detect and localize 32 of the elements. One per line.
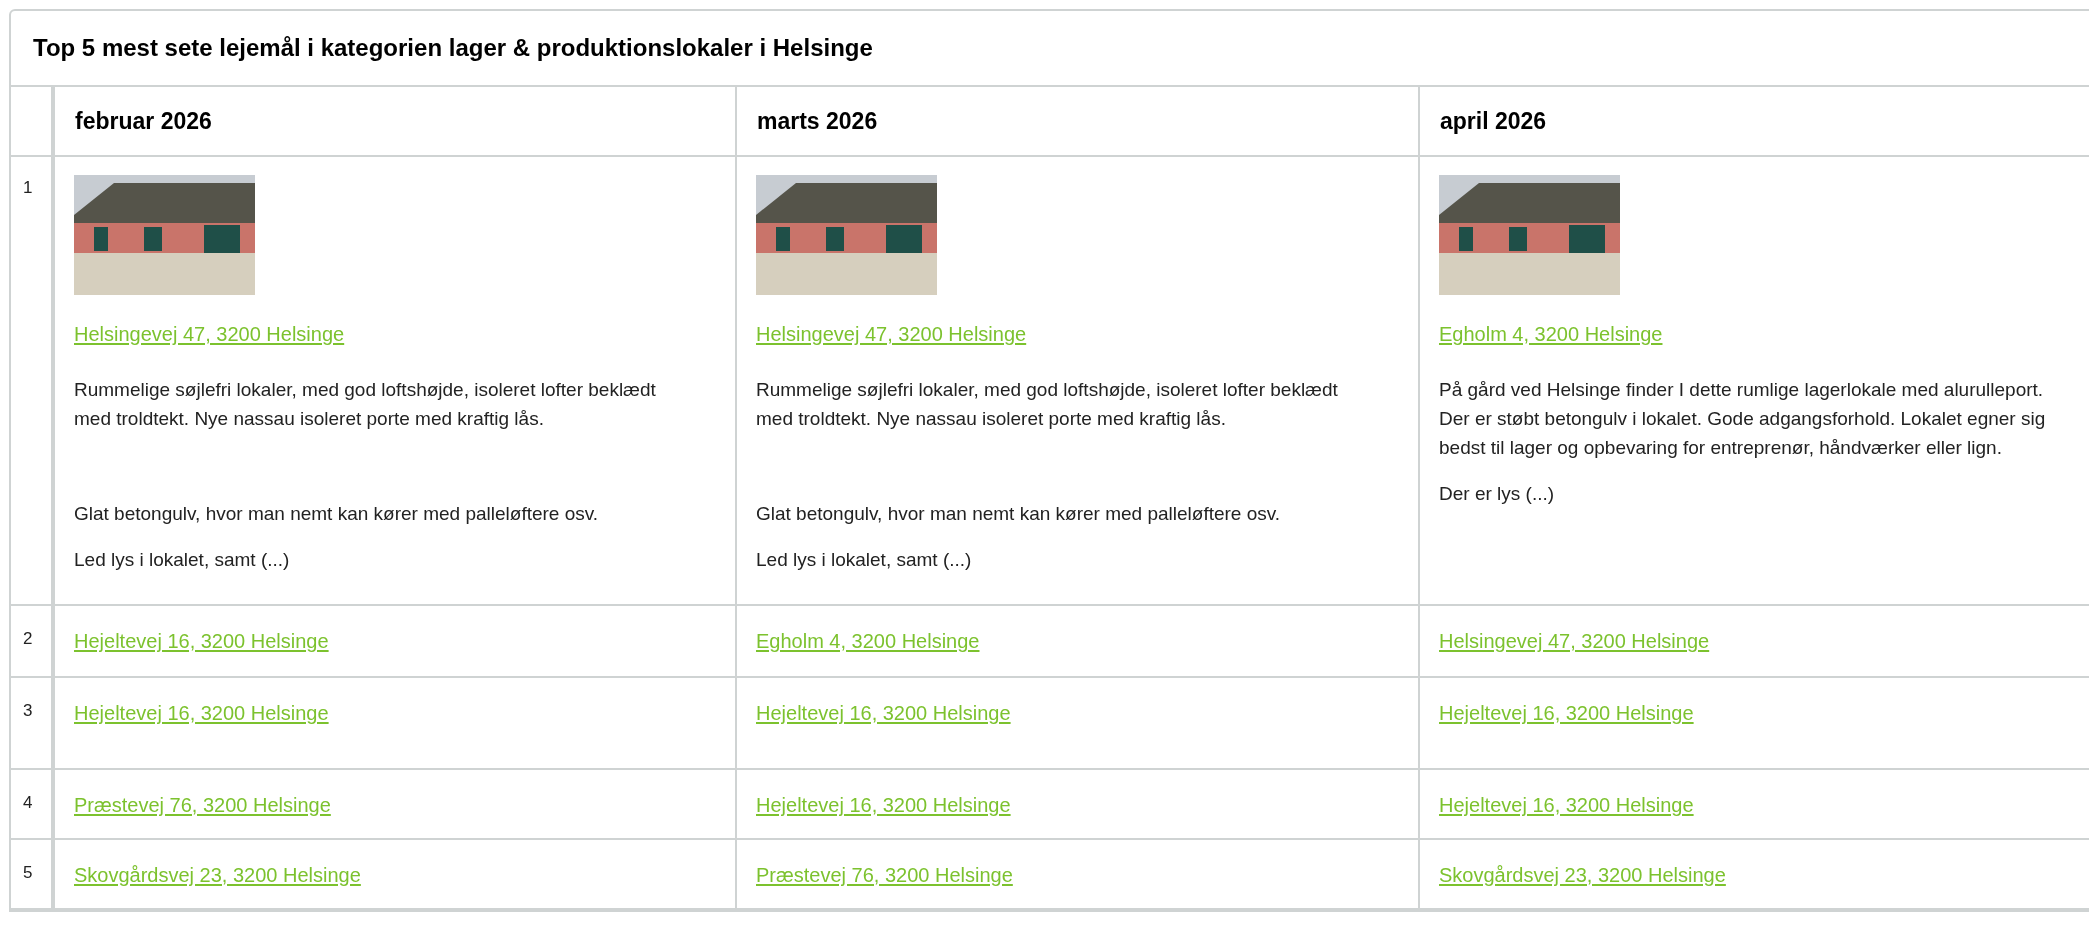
column-header: marts 2026 [757,106,878,136]
address-link[interactable]: Hejeltevej 16, 3200 Helsinge [756,702,1011,724]
address-link[interactable]: Egholm 4, 3200 Helsinge [1439,319,1663,349]
rank-number: 3 [23,701,33,720]
description-paragraph: Rummelige søjlefri lokaler, med god loftshøjde, isoleret lofter beklædt med troldtekt. Nye nassau isoleret porte med kraftig lås. [756,378,1339,431]
address-link[interactable]: Skovgårdsvej 23, 3200 Helsinge [1439,864,1726,886]
address-link[interactable]: Skovgårdsvej 23, 3200 Helsinge [74,864,361,886]
description-paragraph: Rummelige søjlefri lokaler, med god loftshøjde, isoleret lofter beklædt med troldtekt. Nye nassau isoleret porte med kraftig lås. [74,378,657,431]
description-paragraph: På gård ved Helsinge finder I dette rumlige lagerlokale med alurulleport. Der er støbt betongulv i lokalet. Gode adgangsforhold. Lokalet egner sig bedst til lager og opbevaring for entreprenør, håndværker eller lign. [1439,378,2047,460]
address-link[interactable]: Helsingevej 47, 3200 Helsinge [74,319,345,349]
address-link[interactable]: Præstevej 76, 3200 Helsinge [756,864,1013,886]
description-paragraph: Glat betongulv, hvor man nemt kan kører med palleløftere osv. [756,502,1282,526]
rank-number: 1 [23,178,33,197]
rank-number: 4 [23,793,33,812]
address-link[interactable]: Egholm 4, 3200 Helsinge [756,630,980,652]
address-link[interactable]: Hejeltevej 16, 3200 Helsinge [1439,794,1694,816]
address-link[interactable]: Helsingevej 47, 3200 Helsinge [756,319,1027,349]
address-link[interactable]: Præstevej 76, 3200 Helsinge [74,794,331,816]
description-paragraph: Led lys i lokalet, samt (...) [756,548,973,572]
description-paragraph: Der er lys (...) [1439,482,1556,506]
address-link[interactable]: Hejeltevej 16, 3200 Helsinge [1439,702,1694,724]
table-title: Top 5 mest sete lejemål i kategorien lager & produktionslokaler i Helsinge [33,33,873,63]
column-header: april 2026 [1440,106,1547,136]
address-link[interactable]: Helsingevej 47, 3200 Helsinge [1439,630,1710,652]
address-link[interactable]: Hejeltevej 16, 3200 Helsinge [756,794,1011,816]
description-paragraph: Led lys i lokalet, samt (...) [74,548,291,572]
rank-number: 5 [23,863,33,882]
address-link[interactable]: Hejeltevej 16, 3200 Helsinge [74,702,329,724]
rank-number: 2 [23,629,33,648]
address-link[interactable]: Hejeltevej 16, 3200 Helsinge [74,630,329,652]
description-paragraph: Glat betongulv, hvor man nemt kan kører med palleløftere osv. [74,502,600,526]
column-header: februar 2026 [75,106,212,136]
